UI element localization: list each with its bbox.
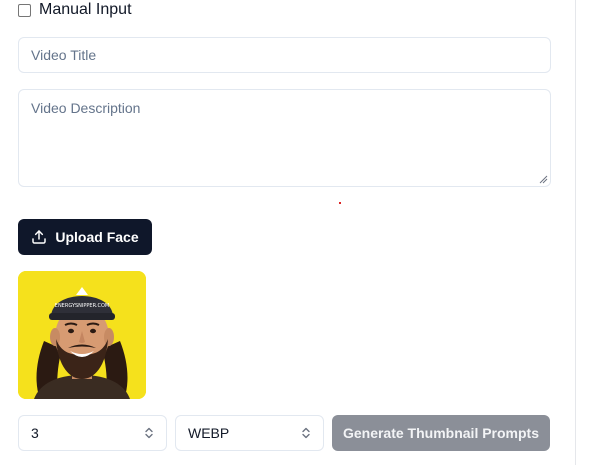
thumbnail-generator-form: Manual Input Upload Face xyxy=(0,0,599,465)
panel-divider xyxy=(575,0,576,465)
manual-input-label[interactable]: Manual Input xyxy=(39,1,132,19)
generate-thumbnail-prompts-button[interactable]: Generate Thumbnail Prompts xyxy=(332,415,550,451)
stray-dot xyxy=(339,202,341,204)
chevron-updown-icon xyxy=(301,427,311,439)
format-select-value: WEBP xyxy=(188,425,230,441)
face-preview-image: ENERGYSNIPPER.COM xyxy=(18,271,146,399)
upload-icon xyxy=(32,230,47,244)
video-title-input[interactable] xyxy=(18,37,551,73)
format-select[interactable]: WEBP xyxy=(175,415,324,451)
manual-input-checkbox[interactable] xyxy=(18,3,31,17)
video-description-textarea[interactable] xyxy=(18,89,551,187)
count-select-value: 3 xyxy=(31,425,39,441)
cap-logo-text: ENERGYSNIPPER.COM xyxy=(55,303,109,309)
manual-input-row[interactable]: Manual Input xyxy=(18,0,132,20)
face-illustration: ENERGYSNIPPER.COM xyxy=(18,271,146,399)
chevron-updown-icon xyxy=(144,427,154,439)
upload-face-label: Upload Face xyxy=(55,229,139,245)
count-select[interactable]: 3 xyxy=(18,415,167,451)
upload-face-button[interactable]: Upload Face xyxy=(18,219,152,255)
